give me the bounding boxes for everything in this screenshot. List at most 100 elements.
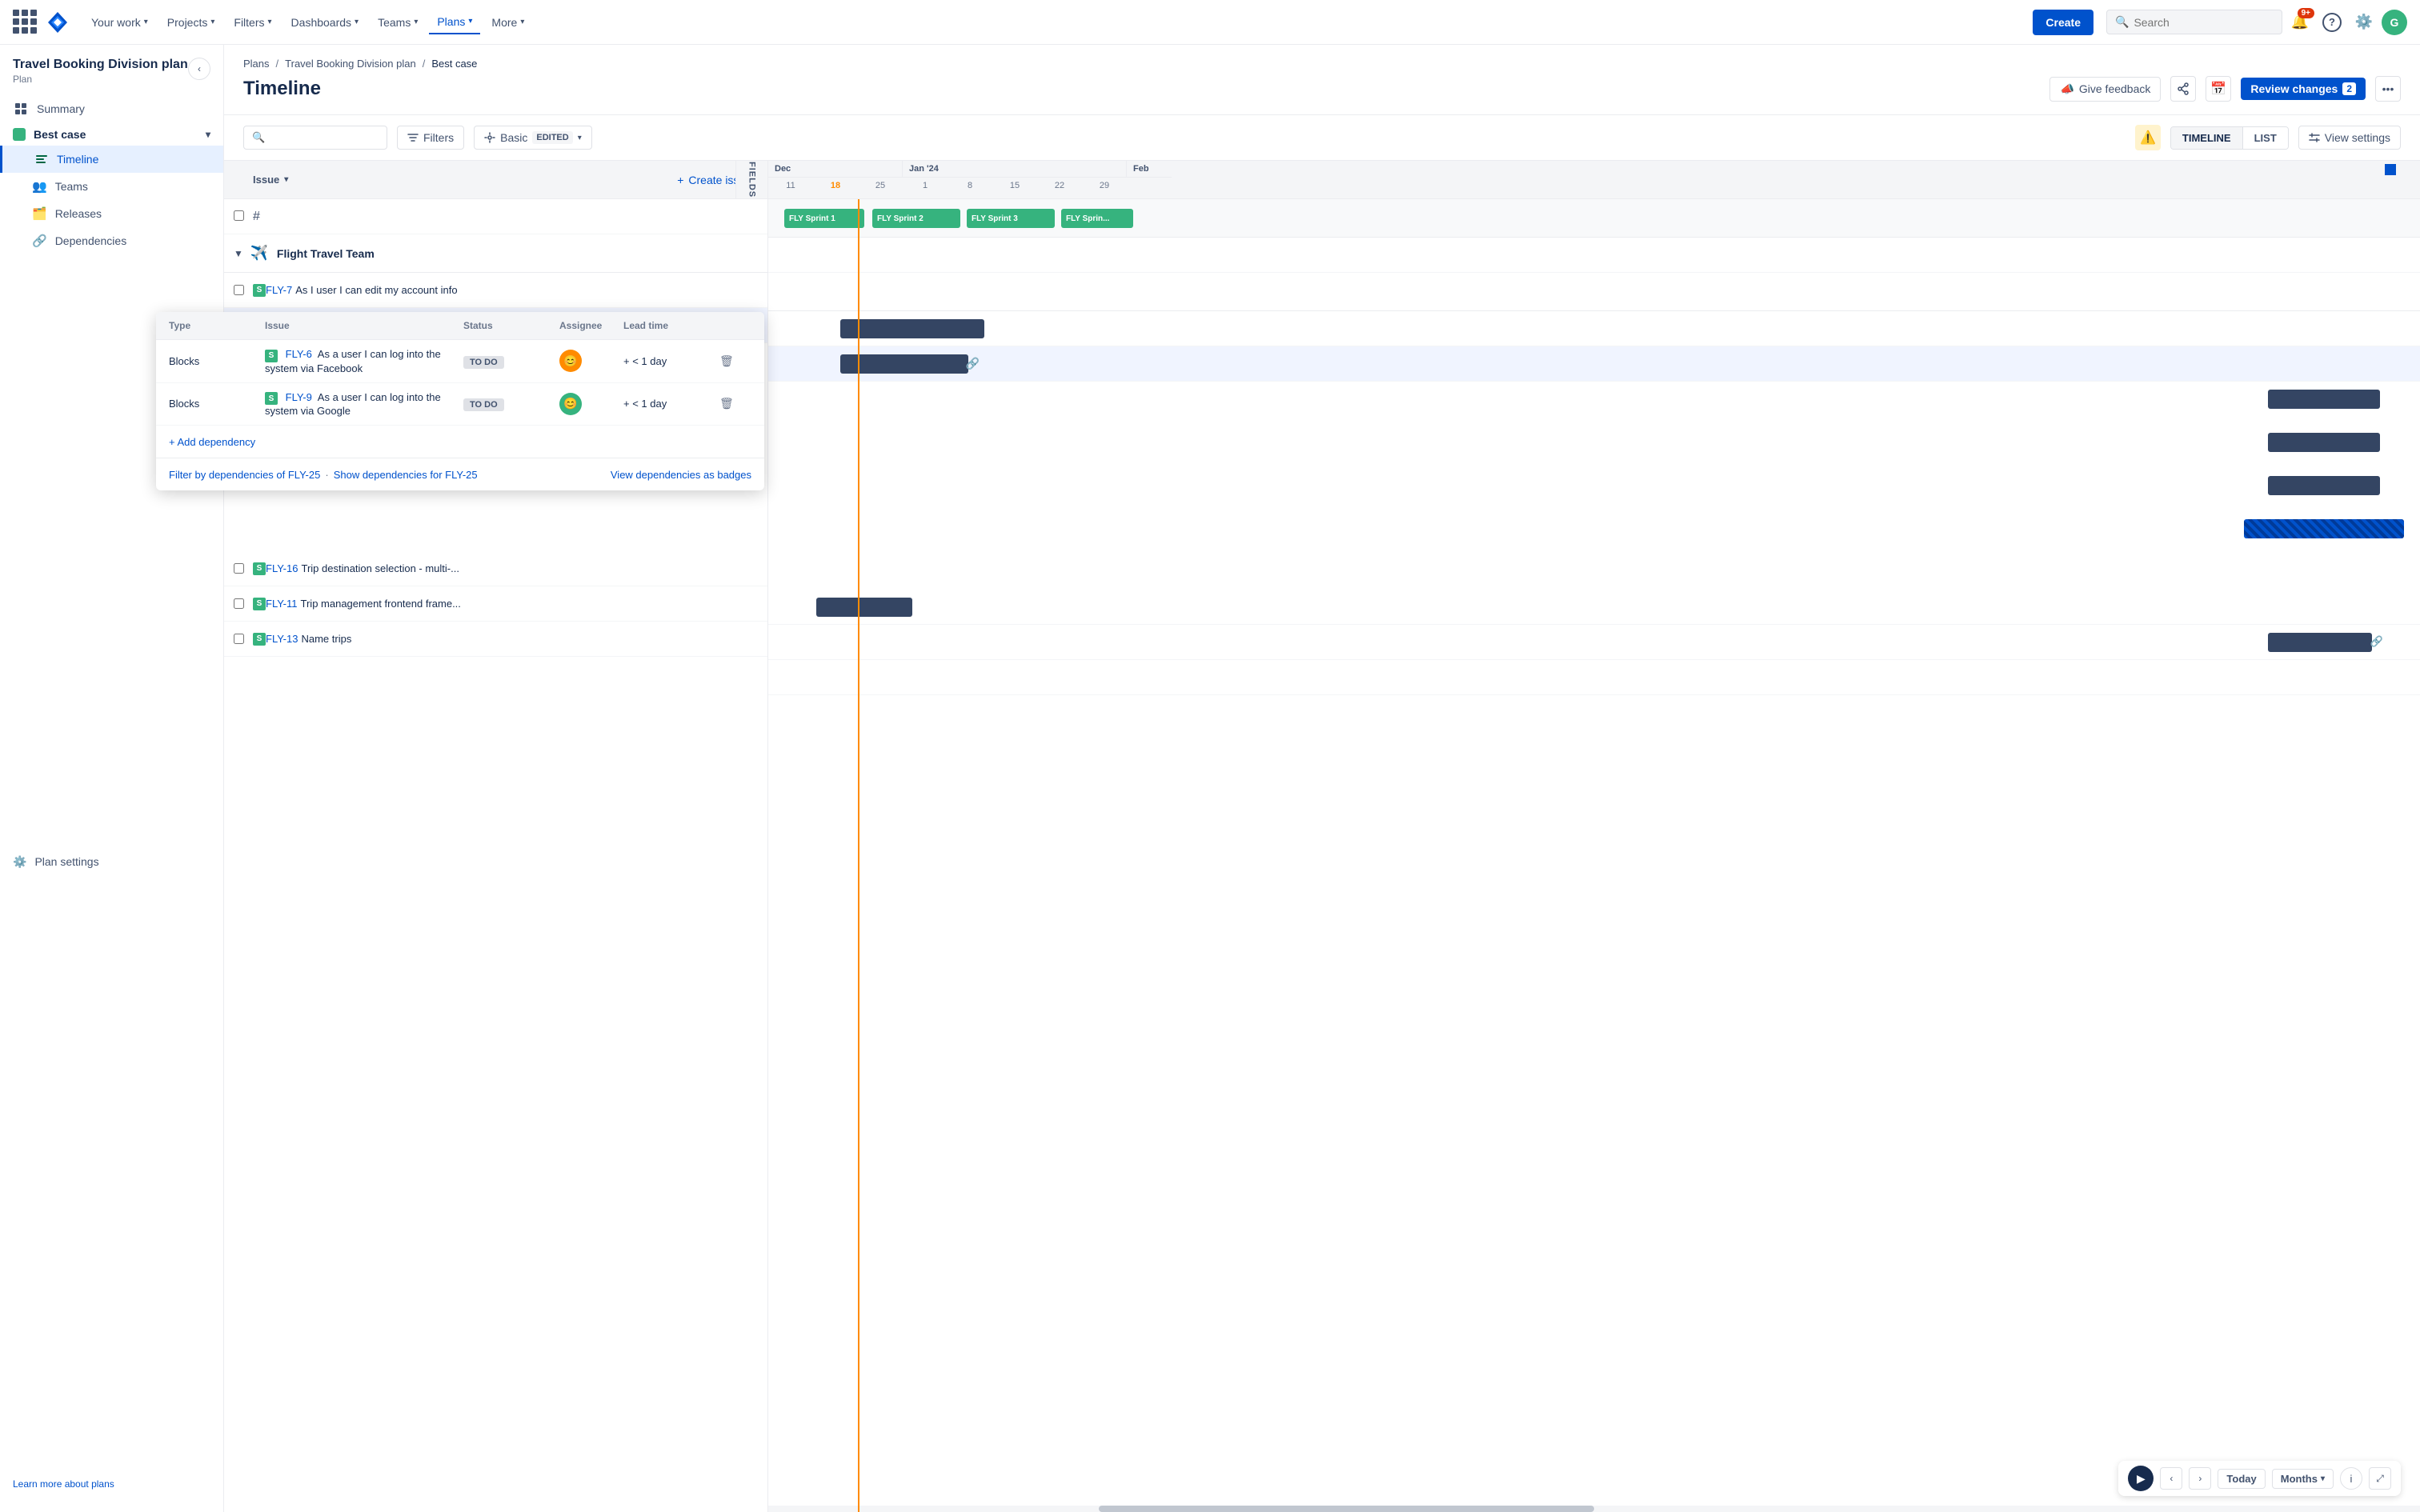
dep-issue: S FLY-6 As a user I can log into the sys… — [265, 348, 463, 374]
basic-filter-button[interactable]: Basic EDITED ▾ — [474, 126, 592, 150]
timeline-search-input[interactable] — [270, 132, 366, 144]
sidebar-collapse-button[interactable]: ‹ — [188, 58, 210, 80]
group-row-flight-team[interactable]: ▼ ✈️ Flight Travel Team — [224, 234, 767, 273]
create-button[interactable]: Create — [2033, 10, 2093, 35]
give-feedback-button[interactable]: 📣 Give feedback — [2049, 77, 2161, 102]
nav-filters[interactable]: Filters ▾ — [226, 11, 279, 34]
share-button[interactable] — [2170, 76, 2196, 102]
search-input[interactable] — [2134, 16, 2262, 29]
row-checkbox[interactable] — [234, 210, 253, 223]
horizontal-scrollbar[interactable] — [768, 1506, 2420, 1512]
delete-dep-button-2[interactable]: 🗑 — [719, 397, 734, 410]
sidebar-item-timeline[interactable]: Timeline — [0, 146, 223, 173]
view-settings-button[interactable]: View settings — [2298, 126, 2401, 150]
nav-plans[interactable]: Plans ▾ — [429, 10, 480, 34]
filters-button[interactable]: Filters — [397, 126, 464, 150]
dep-issue-key[interactable]: FLY-9 — [286, 391, 312, 403]
dep-issue-key[interactable]: FLY-6 — [286, 348, 312, 360]
sprint-bar-3[interactable]: FLY Sprint 3 — [967, 209, 1055, 228]
review-changes-button[interactable]: Review changes 2 — [2241, 78, 2366, 100]
issue-row-fly16[interactable]: S FLY-16 Trip destination selection - mu… — [224, 551, 767, 586]
gantt-bar-fly11[interactable]: 🔗 — [2268, 633, 2372, 652]
row-checkbox[interactable] — [234, 634, 253, 644]
issue-checkbox[interactable] — [234, 563, 244, 574]
dep-story-icon: S — [265, 392, 278, 405]
dep-delete-2[interactable]: 🗑 — [719, 397, 751, 410]
sidebar-item-summary[interactable]: Summary — [0, 94, 223, 123]
breadcrumb-division-plan[interactable]: Travel Booking Division plan — [285, 58, 416, 70]
help-button[interactable]: ? — [2318, 8, 2346, 37]
row-checkbox[interactable] — [234, 563, 253, 574]
issue-checkbox[interactable] — [234, 285, 244, 295]
sidebar-item-dependencies[interactable]: 🔗 Dependencies — [0, 227, 223, 254]
gantt-bar-striped[interactable] — [2244, 519, 2404, 538]
feb-month-group: Feb — [1127, 161, 1172, 184]
issue-row-fly13[interactable]: S FLY-13 Name trips — [224, 622, 767, 657]
timeline-view-button[interactable]: TIMELINE — [2171, 127, 2242, 149]
warning-icon[interactable]: ⚠️ — [2135, 125, 2161, 150]
issue-key: FLY-7 — [266, 284, 292, 296]
gantt-bar-extra3[interactable] — [2268, 476, 2380, 495]
row-checkbox[interactable] — [234, 285, 253, 295]
sprint-bar-2[interactable]: FLY Sprint 2 — [872, 209, 960, 228]
page-title: Timeline — [243, 78, 321, 100]
gantt-bar-fly25[interactable]: 🔗 — [840, 354, 968, 374]
user-avatar[interactable]: G — [2382, 10, 2407, 35]
jira-logo[interactable] — [45, 10, 70, 35]
sidebar-item-teams[interactable]: 👥 Teams — [0, 173, 223, 200]
view-deps-badges-link[interactable]: View dependencies as badges — [611, 469, 751, 481]
sprint-bar-1[interactable]: FLY Sprint 1 — [784, 209, 864, 228]
gantt-row-fly16 — [768, 590, 2420, 625]
gantt-bar-fly7[interactable] — [840, 319, 984, 338]
today-button[interactable]: Today — [2218, 1469, 2265, 1489]
app-grid-button[interactable] — [13, 10, 38, 35]
issue-column-header[interactable]: Issue ▾ — [253, 174, 288, 186]
gantt-bar-fly16[interactable] — [816, 598, 912, 617]
nav-dashboards[interactable]: Dashboards ▾ — [283, 11, 367, 34]
gantt-bar-extra2[interactable] — [2268, 433, 2380, 452]
row-checkbox[interactable] — [234, 598, 253, 609]
learn-more-link[interactable]: Learn more about plans — [0, 1469, 223, 1499]
more-options-button[interactable]: ••• — [2375, 76, 2401, 102]
expand-button[interactable]: ⤢ — [2369, 1467, 2391, 1490]
nav-projects[interactable]: Projects ▾ — [159, 11, 223, 34]
list-view-button[interactable]: LIST — [2243, 127, 2288, 149]
fields-toggle[interactable]: FIELDS — [735, 161, 767, 198]
show-deps-link[interactable]: Show dependencies for FLY-25 — [334, 469, 478, 481]
issue-checkbox[interactable] — [234, 598, 244, 609]
navigate-back-button[interactable]: ‹ — [2160, 1467, 2182, 1490]
search-box[interactable]: 🔍 — [2106, 10, 2282, 34]
dep-col-type: Type — [224, 320, 265, 331]
settings-button[interactable]: ⚙️ — [2350, 8, 2378, 37]
add-dependency-button[interactable]: + Add dependency — [224, 436, 255, 448]
plan-settings-item[interactable]: ⚙️ Plan settings — [0, 842, 223, 882]
dep-row-fly9[interactable]: Blocks S FLY-9 As a user I can log into … — [224, 383, 764, 426]
nav-more[interactable]: More ▾ — [483, 11, 532, 34]
plan-settings-link[interactable]: ⚙️ Plan settings — [13, 849, 210, 875]
dep-row-fly6[interactable]: Blocks S FLY-6 As a user I can log into … — [224, 340, 764, 383]
select-all-checkbox[interactable] — [234, 210, 244, 221]
sidebar-item-releases[interactable]: 🗂️ Releases — [0, 200, 223, 227]
navigate-to-today-button[interactable]: ▶ — [2128, 1466, 2154, 1491]
filter-by-deps-link[interactable]: Filter by dependencies of FLY-25 — [224, 469, 320, 481]
add-dependency-row[interactable]: + Add dependency — [224, 426, 764, 458]
scrollbar-thumb[interactable] — [1099, 1506, 1594, 1512]
gantt-bar-extra1[interactable] — [2268, 390, 2380, 409]
issue-checkbox[interactable] — [234, 634, 244, 644]
navigate-forward-button[interactable]: › — [2189, 1467, 2211, 1490]
time-scale-selector[interactable]: Months ▾ — [2272, 1469, 2334, 1489]
notifications-button[interactable]: 🔔 9+ — [2286, 8, 2314, 37]
schedule-button[interactable]: 📅 — [2206, 76, 2231, 102]
info-button[interactable]: i — [2340, 1467, 2362, 1490]
nav-teams[interactable]: Teams ▾ — [370, 11, 426, 34]
nav-your-work[interactable]: Your work ▾ — [83, 11, 156, 34]
issue-row-fly11[interactable]: S FLY-11 Trip management frontend frame.… — [224, 586, 767, 622]
issue-row-fly7[interactable]: S FLY-7 As I user I can edit my account … — [224, 273, 767, 308]
dep-delete[interactable]: 🗑 — [719, 354, 751, 368]
breadcrumb-plans[interactable]: Plans — [243, 58, 270, 70]
timeline-search[interactable]: 🔍 — [243, 126, 387, 150]
sprint-bar-4[interactable]: FLY Sprin... — [1061, 209, 1133, 228]
dep-footer: Filter by dependencies of FLY-25 · Show … — [224, 458, 764, 490]
sidebar-section-best-case[interactable]: Best case ▾ — [0, 123, 223, 146]
delete-dep-button[interactable]: 🗑 — [719, 354, 734, 367]
